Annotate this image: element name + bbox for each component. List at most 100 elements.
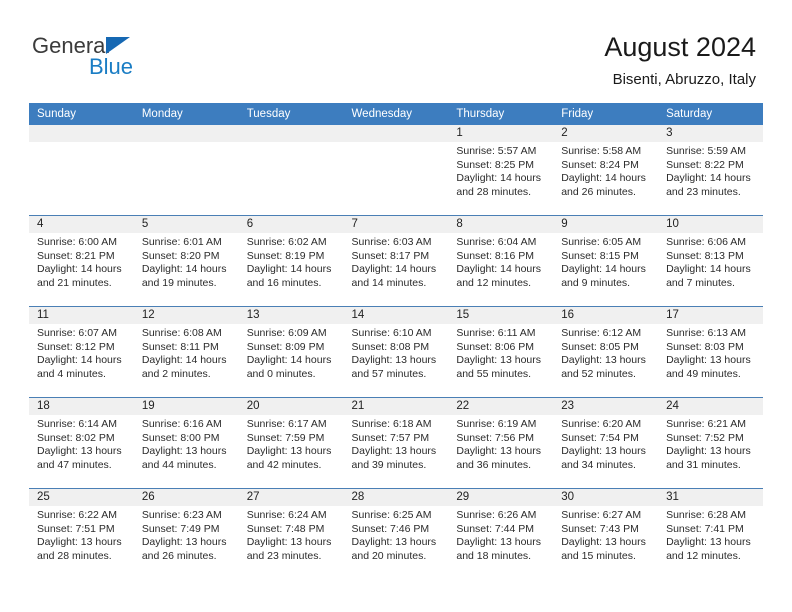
calendar-day-cell[interactable]: 7 Sunrise: 6:03 AM Sunset: 8:17 PM Daylight…: [343, 215, 449, 307]
sunset-time: Sunset: 8:02 PM: [37, 431, 115, 444]
day-number: 19: [133, 398, 239, 415]
day-cell: 24 Sunrise: 6:21 AM Sunset: 7:52 PM Dayligh…: [658, 398, 763, 488]
daylight-duration-line2: and 14 minutes.: [351, 276, 427, 289]
calendar-day-cell[interactable]: 19 Sunrise: 6:16 AM Sunset: 8:00 PM Dayligh…: [133, 397, 239, 489]
sunset-time: Sunset: 8:13 PM: [666, 249, 744, 262]
day-number: 10: [658, 216, 763, 233]
daylight-duration-line2: and 34 minutes.: [561, 458, 636, 471]
calendar-day-cell[interactable]: 28 Sunrise: 6:25 AM Sunset: 7:46 PM Dayligh…: [343, 488, 449, 579]
calendar-week-row: 18 Sunrise: 6:14 AM Sunset: 8:02 PM Dayligh…: [29, 397, 763, 489]
day-cell: 12 Sunrise: 6:08 AM Sunset: 8:11 PM Dayligh…: [133, 307, 239, 397]
day-details: Sunrise: 6:28 AM Sunset: 7:41 PM Daylight:…: [658, 506, 763, 563]
day-cell: 7 Sunrise: 6:03 AM Sunset: 8:17 PM Daylight…: [343, 216, 449, 306]
daylight-duration-line1: Daylight: 13 hours: [37, 536, 122, 549]
weekday-header-tuesday: Tuesday: [238, 103, 344, 125]
daylight-duration-line2: and 57 minutes.: [351, 367, 427, 380]
day-number: 24: [658, 398, 763, 415]
calendar-day-cell[interactable]: 13 Sunrise: 6:09 AM Sunset: 8:09 PM Dayligh…: [238, 306, 344, 398]
calendar-day-cell[interactable]: 23 Sunrise: 6:20 AM Sunset: 7:54 PM Dayligh…: [553, 397, 659, 489]
calendar-day-cell[interactable]: 2 Sunrise: 5:58 AM Sunset: 8:24 PM Daylight…: [553, 125, 659, 216]
day-number: 26: [133, 489, 239, 506]
calendar-day-cell[interactable]: [238, 125, 344, 216]
day-details: Sunrise: 5:58 AM Sunset: 8:24 PM Daylight:…: [553, 142, 658, 199]
generalblue-logo[interactable]: General Blue: [32, 33, 252, 85]
calendar-day-cell[interactable]: 5 Sunrise: 6:01 AM Sunset: 8:20 PM Daylight…: [133, 215, 239, 307]
daylight-duration-line2: and 21 minutes.: [37, 276, 112, 289]
day-cell-empty: [238, 125, 344, 215]
calendar-day-cell[interactable]: 31 Sunrise: 6:28 AM Sunset: 7:41 PM Dayligh…: [658, 488, 763, 579]
daylight-duration-line2: and 49 minutes.: [666, 367, 741, 380]
daylight-duration-line1: Daylight: 14 hours: [246, 263, 332, 276]
calendar-day-cell[interactable]: 6 Sunrise: 6:02 AM Sunset: 8:19 PM Daylight…: [238, 215, 344, 307]
day-cell: 18 Sunrise: 6:14 AM Sunset: 8:02 PM Dayligh…: [29, 398, 134, 488]
calendar-day-cell[interactable]: 15 Sunrise: 6:11 AM Sunset: 8:06 PM Dayligh…: [448, 306, 554, 398]
sunset-time: Sunset: 7:49 PM: [141, 522, 220, 535]
sunrise-time: Sunrise: 6:21 AM: [666, 418, 747, 430]
daylight-duration-line1: Daylight: 14 hours: [141, 263, 227, 276]
daylight-duration-line1: Daylight: 13 hours: [351, 445, 437, 458]
calendar-week-row: 1 Sunrise: 5:57 AM Sunset: 8:25 PM Daylight…: [29, 125, 763, 216]
calendar-day-cell[interactable]: 9 Sunrise: 6:05 AM Sunset: 8:15 PM Daylight…: [553, 215, 659, 307]
daylight-duration-line2: and 31 minutes.: [666, 458, 741, 471]
day-number: 21: [343, 398, 449, 415]
daylight-duration-line2: and 0 minutes.: [246, 367, 316, 380]
calendar-day-cell[interactable]: 22 Sunrise: 6:19 AM Sunset: 7:56 PM Dayligh…: [448, 397, 554, 489]
weekday-header-monday: Monday: [133, 103, 239, 125]
sunrise-time: Sunrise: 6:07 AM: [37, 327, 117, 339]
calendar-day-cell[interactable]: [343, 125, 449, 216]
sunrise-time: Sunrise: 5:57 AM: [456, 145, 537, 157]
daylight-duration-line1: Daylight: 13 hours: [666, 445, 751, 458]
calendar-day-cell[interactable]: 3 Sunrise: 5:59 AM Sunset: 8:22 PM Daylight…: [658, 125, 763, 216]
daylight-duration-line1: Daylight: 13 hours: [246, 536, 332, 549]
day-cell: 27 Sunrise: 6:24 AM Sunset: 7:48 PM Dayligh…: [238, 489, 344, 579]
calendar-day-cell[interactable]: 12 Sunrise: 6:08 AM Sunset: 8:11 PM Dayligh…: [133, 306, 239, 398]
sunrise-time: Sunrise: 6:18 AM: [351, 418, 432, 430]
sunset-time: Sunset: 8:06 PM: [456, 340, 535, 353]
calendar-day-cell[interactable]: 1 Sunrise: 5:57 AM Sunset: 8:25 PM Daylight…: [448, 125, 554, 216]
calendar-day-cell[interactable]: 4 Sunrise: 6:00 AM Sunset: 8:21 PM Daylight…: [29, 215, 134, 307]
sunset-time: Sunset: 8:19 PM: [246, 249, 325, 262]
calendar-day-cell[interactable]: 8 Sunrise: 6:04 AM Sunset: 8:16 PM Daylight…: [448, 215, 554, 307]
day-details: Sunrise: 6:05 AM Sunset: 8:15 PM Daylight:…: [553, 233, 658, 290]
calendar-day-cell[interactable]: 24 Sunrise: 6:21 AM Sunset: 7:52 PM Dayligh…: [658, 397, 763, 489]
daylight-duration-line1: Daylight: 13 hours: [456, 536, 542, 549]
calendar-day-cell[interactable]: 14 Sunrise: 6:10 AM Sunset: 8:08 PM Dayligh…: [343, 306, 449, 398]
sunrise-time: Sunrise: 6:24 AM: [246, 509, 327, 521]
title-block: August 2024 Bisenti, Abruzzo, Italy: [604, 30, 756, 91]
daylight-duration-line2: and 26 minutes.: [561, 185, 636, 198]
day-cell: 6 Sunrise: 6:02 AM Sunset: 8:19 PM Daylight…: [238, 216, 344, 306]
sunset-time: Sunset: 7:57 PM: [351, 431, 430, 444]
day-cell: 19 Sunrise: 6:16 AM Sunset: 8:00 PM Dayligh…: [133, 398, 239, 488]
calendar-day-cell[interactable]: 20 Sunrise: 6:17 AM Sunset: 7:59 PM Dayligh…: [238, 397, 344, 489]
calendar-day-cell[interactable]: 16 Sunrise: 6:12 AM Sunset: 8:05 PM Dayligh…: [553, 306, 659, 398]
daylight-duration-line1: Daylight: 13 hours: [141, 536, 227, 549]
calendar-day-cell[interactable]: 11 Sunrise: 6:07 AM Sunset: 8:12 PM Dayligh…: [29, 306, 134, 398]
calendar-day-cell[interactable]: 18 Sunrise: 6:14 AM Sunset: 8:02 PM Dayligh…: [29, 397, 134, 489]
daylight-duration-line1: Daylight: 13 hours: [37, 445, 122, 458]
calendar-day-cell[interactable]: 10 Sunrise: 6:06 AM Sunset: 8:13 PM Dayligh…: [658, 215, 763, 307]
calendar-day-cell[interactable]: 17 Sunrise: 6:13 AM Sunset: 8:03 PM Dayligh…: [658, 306, 763, 398]
calendar-week-row: 11 Sunrise: 6:07 AM Sunset: 8:12 PM Dayligh…: [29, 306, 763, 398]
day-number: 6: [238, 216, 344, 233]
calendar-day-cell[interactable]: 26 Sunrise: 6:23 AM Sunset: 7:49 PM Dayligh…: [133, 488, 239, 579]
calendar-day-cell[interactable]: [133, 125, 239, 216]
daylight-duration-line1: Daylight: 13 hours: [141, 445, 227, 458]
day-cell: 3 Sunrise: 5:59 AM Sunset: 8:22 PM Daylight…: [658, 125, 763, 215]
day-cell: 26 Sunrise: 6:23 AM Sunset: 7:49 PM Dayligh…: [133, 489, 239, 579]
page-title: August 2024: [604, 32, 756, 62]
sunrise-time: Sunrise: 6:23 AM: [141, 509, 222, 521]
day-number: [133, 125, 239, 142]
sunset-time: Sunset: 8:15 PM: [561, 249, 639, 262]
daylight-duration-line1: Daylight: 14 hours: [141, 354, 227, 367]
day-details: Sunrise: 6:21 AM Sunset: 7:52 PM Daylight:…: [658, 415, 763, 472]
calendar-day-cell[interactable]: 30 Sunrise: 6:27 AM Sunset: 7:43 PM Dayligh…: [553, 488, 659, 579]
daylight-duration-line2: and 12 minutes.: [456, 276, 532, 289]
calendar-day-cell[interactable]: 27 Sunrise: 6:24 AM Sunset: 7:48 PM Dayligh…: [238, 488, 344, 579]
day-number: 15: [448, 307, 554, 324]
calendar-day-cell[interactable]: 25 Sunrise: 6:22 AM Sunset: 7:51 PM Dayligh…: [29, 488, 134, 579]
calendar-body: 1 Sunrise: 5:57 AM Sunset: 8:25 PM Daylight…: [29, 125, 763, 579]
calendar-day-cell[interactable]: [29, 125, 134, 216]
calendar-day-cell[interactable]: 29 Sunrise: 6:26 AM Sunset: 7:44 PM Dayligh…: [448, 488, 554, 579]
day-number: 2: [553, 125, 659, 142]
calendar-day-cell[interactable]: 21 Sunrise: 6:18 AM Sunset: 7:57 PM Dayligh…: [343, 397, 449, 489]
